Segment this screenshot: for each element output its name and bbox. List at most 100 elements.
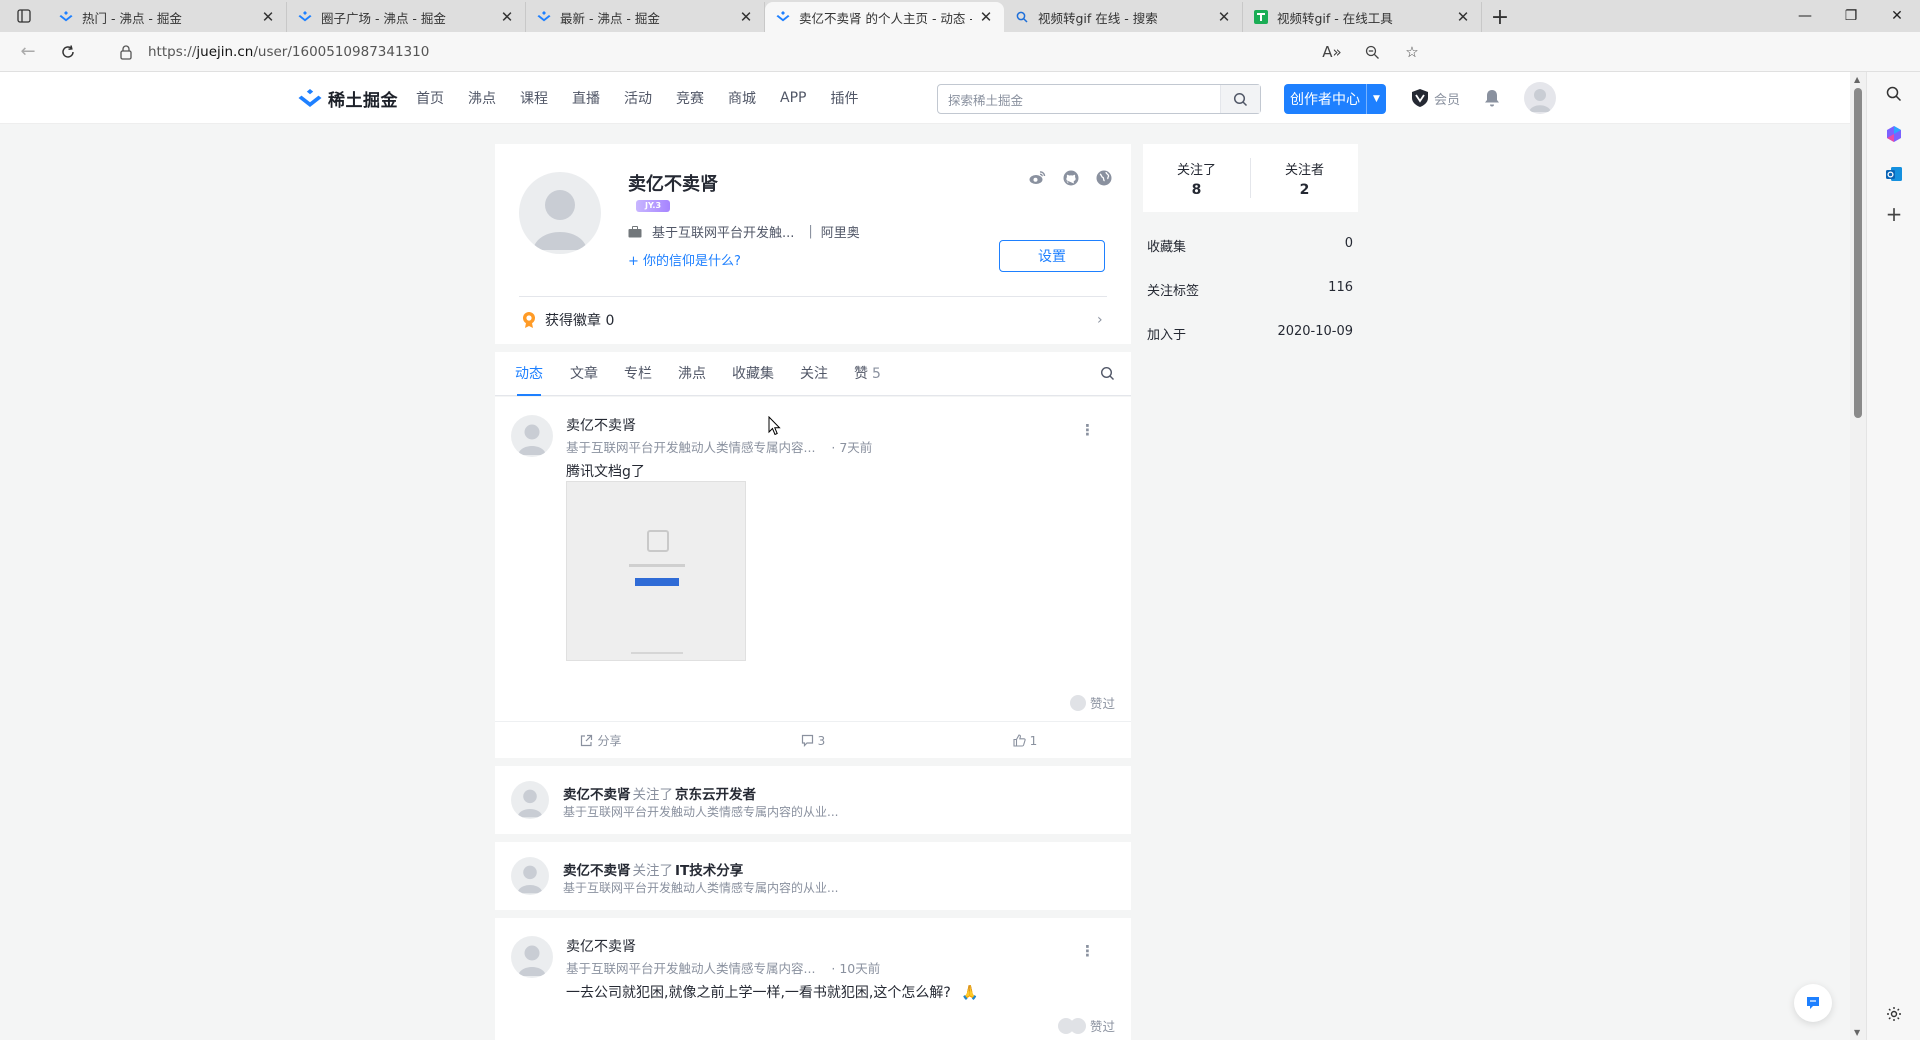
nav-item-courses[interactable]: 课程 (520, 88, 548, 108)
liker-avatar[interactable] (1069, 1017, 1086, 1034)
nav-item-events[interactable]: 活动 (624, 88, 652, 108)
comment-button[interactable]: 3 (707, 722, 919, 759)
outlook-icon[interactable] (1867, 154, 1920, 194)
follow-stats-card: 关注了 8 关注者 2 (1143, 144, 1358, 212)
pray-emoji: 🙏 (961, 985, 979, 1001)
browser-tab[interactable]: 热门 - 沸点 - 掘金 ✕ (48, 2, 287, 32)
settings-button[interactable]: 设置 (999, 240, 1105, 272)
globe-icon[interactable] (1087, 170, 1120, 186)
refresh-icon[interactable] (48, 32, 88, 72)
close-icon[interactable]: ✕ (499, 8, 515, 26)
caret-down-icon[interactable]: ▼ (1366, 84, 1386, 114)
nav-item-mall[interactable]: 商城 (728, 88, 756, 108)
tab-articles[interactable]: 文章 (570, 352, 598, 396)
vip-link[interactable]: 会员 (1410, 88, 1460, 108)
faith-prompt[interactable]: + 你的信仰是什么? (628, 250, 741, 269)
close-icon[interactable]: ✕ (260, 8, 276, 26)
tab-activity[interactable]: 动态 (509, 352, 549, 396)
tab-title: 视频转gif 在线 - 搜索 (1038, 10, 1158, 26)
more-icon[interactable]: ⋮ (1080, 942, 1095, 960)
scroll-down-icon[interactable]: ▼ (1854, 1028, 1860, 1037)
nav-item-contests[interactable]: 竞赛 (676, 88, 704, 108)
weibo-icon[interactable] (1021, 170, 1054, 186)
more-icon[interactable]: ⋮ (1080, 421, 1095, 439)
search-input[interactable]: 探索稀土掘金 (937, 84, 1261, 114)
github-icon[interactable] (1054, 170, 1087, 186)
author-avatar[interactable] (511, 857, 549, 895)
like-count: 1 (1029, 733, 1038, 748)
restore-icon[interactable]: ❐ (1828, 0, 1874, 32)
user-avatar[interactable] (1524, 82, 1556, 114)
url-input[interactable]: https://juejin.cn/user/1600510987341310 … (104, 36, 1432, 68)
following-stat[interactable]: 关注了 8 (1143, 144, 1250, 212)
scroll-up-icon[interactable]: ▲ (1854, 75, 1860, 84)
juejin-logo[interactable]: 稀土掘金 (298, 86, 398, 111)
share-button[interactable]: 分享 (495, 722, 707, 759)
back-icon[interactable]: ← (8, 32, 48, 72)
nav-item-home[interactable]: 首页 (416, 88, 444, 108)
tab-title: 热门 - 沸点 - 掘金 (82, 10, 182, 26)
stat-collections[interactable]: 收藏集 0 (1147, 236, 1353, 255)
chat-bubble-icon[interactable] (1794, 984, 1832, 1022)
tab-columns[interactable]: 专栏 (624, 352, 652, 396)
followed-target[interactable]: 京东云开发者 (675, 787, 756, 803)
author-avatar[interactable] (511, 415, 553, 457)
close-icon[interactable]: ✕ (1455, 8, 1471, 26)
author-name[interactable]: 卖亿不卖肾 (566, 415, 636, 435)
chevron-right-icon[interactable]: › (1097, 312, 1103, 328)
creator-center-button[interactable]: 创作者中心 ▼ (1284, 84, 1386, 114)
close-window-icon[interactable]: ✕ (1874, 0, 1920, 32)
vip-label: 会员 (1434, 92, 1461, 108)
stat-followed-tags[interactable]: 关注标签 116 (1147, 280, 1353, 299)
like-button[interactable]: 1 (919, 722, 1131, 759)
following-count: 8 (1191, 181, 1202, 198)
close-icon[interactable]: ✕ (978, 8, 994, 26)
read-aloud-icon[interactable]: A» (1312, 43, 1352, 61)
comment-count: 3 (817, 733, 826, 748)
search-button[interactable] (1220, 85, 1260, 113)
page-scrollbar[interactable]: ▲ ▼ (1850, 72, 1866, 1040)
nav-item-pins[interactable]: 沸点 (468, 88, 496, 108)
search-icon[interactable] (1867, 74, 1920, 114)
feed-item-pin: 卖亿不卖肾 基于互联网平台开发触动人类情感专属内容... · 7天前 ⋮ 腾讯文… (495, 397, 1131, 758)
minimize-icon[interactable]: — (1782, 0, 1828, 32)
author-name[interactable]: 卖亿不卖肾 (566, 936, 636, 956)
discover-icon[interactable] (1867, 114, 1920, 154)
post-image[interactable] (566, 481, 746, 661)
author-name[interactable]: 卖亿不卖肾 (563, 787, 631, 803)
browser-tab[interactable]: 视频转gif - 在线工具 ✕ (1243, 2, 1482, 32)
tab-actions-icon[interactable] (0, 0, 48, 32)
search-icon[interactable] (1100, 366, 1115, 385)
followers-stat[interactable]: 关注者 2 (1251, 144, 1358, 212)
notification-bell-icon[interactable] (1483, 88, 1501, 112)
browser-tab-active[interactable]: 卖亿不卖肾 的个人主页 - 动态 - 掘金 ✕ (765, 2, 1004, 32)
new-tab-button[interactable]: + (1482, 2, 1518, 32)
feed-item-pin: 卖亿不卖肾 基于互联网平台开发触动人类情感专属内容... · 10天前 ⋮ 一去… (495, 918, 1131, 1040)
nav-item-plugins[interactable]: 插件 (830, 88, 858, 108)
settings-gear-icon[interactable] (1867, 994, 1920, 1034)
scrollbar-thumb[interactable] (1854, 88, 1862, 418)
add-icon[interactable]: + (1867, 194, 1920, 234)
followed-target[interactable]: IT技术分享 (675, 863, 743, 879)
close-icon[interactable]: ✕ (738, 8, 754, 26)
liker-avatar[interactable] (1069, 694, 1086, 711)
close-icon[interactable]: ✕ (1216, 8, 1232, 26)
tab-likes[interactable]: 赞5 (854, 352, 881, 396)
tab-title: 卖亿不卖肾 的个人主页 - 动态 - 掘金 (799, 10, 972, 26)
zoom-out-icon[interactable] (1352, 45, 1392, 60)
favorite-star-icon[interactable]: ☆ (1392, 43, 1432, 61)
tab-pins[interactable]: 沸点 (678, 352, 706, 396)
browser-tab[interactable]: 圈子广场 - 沸点 - 掘金 ✕ (287, 2, 526, 32)
nav-item-live[interactable]: 直播 (572, 88, 600, 108)
browser-tab[interactable]: 最新 - 沸点 - 掘金 ✕ (526, 2, 765, 32)
medals-link[interactable]: 获得徽章 0 (521, 310, 614, 330)
author-name[interactable]: 卖亿不卖肾 (563, 863, 631, 879)
lock-icon[interactable] (118, 44, 134, 60)
author-avatar[interactable] (511, 936, 553, 978)
nav-item-app[interactable]: APP (780, 90, 806, 106)
level-badge[interactable]: JY.3 (636, 200, 670, 212)
tab-collections[interactable]: 收藏集 (732, 352, 774, 396)
author-avatar[interactable] (511, 781, 549, 819)
browser-tab[interactable]: 视频转gif 在线 - 搜索 ✕ (1004, 2, 1243, 32)
tab-following[interactable]: 关注 (800, 352, 828, 396)
